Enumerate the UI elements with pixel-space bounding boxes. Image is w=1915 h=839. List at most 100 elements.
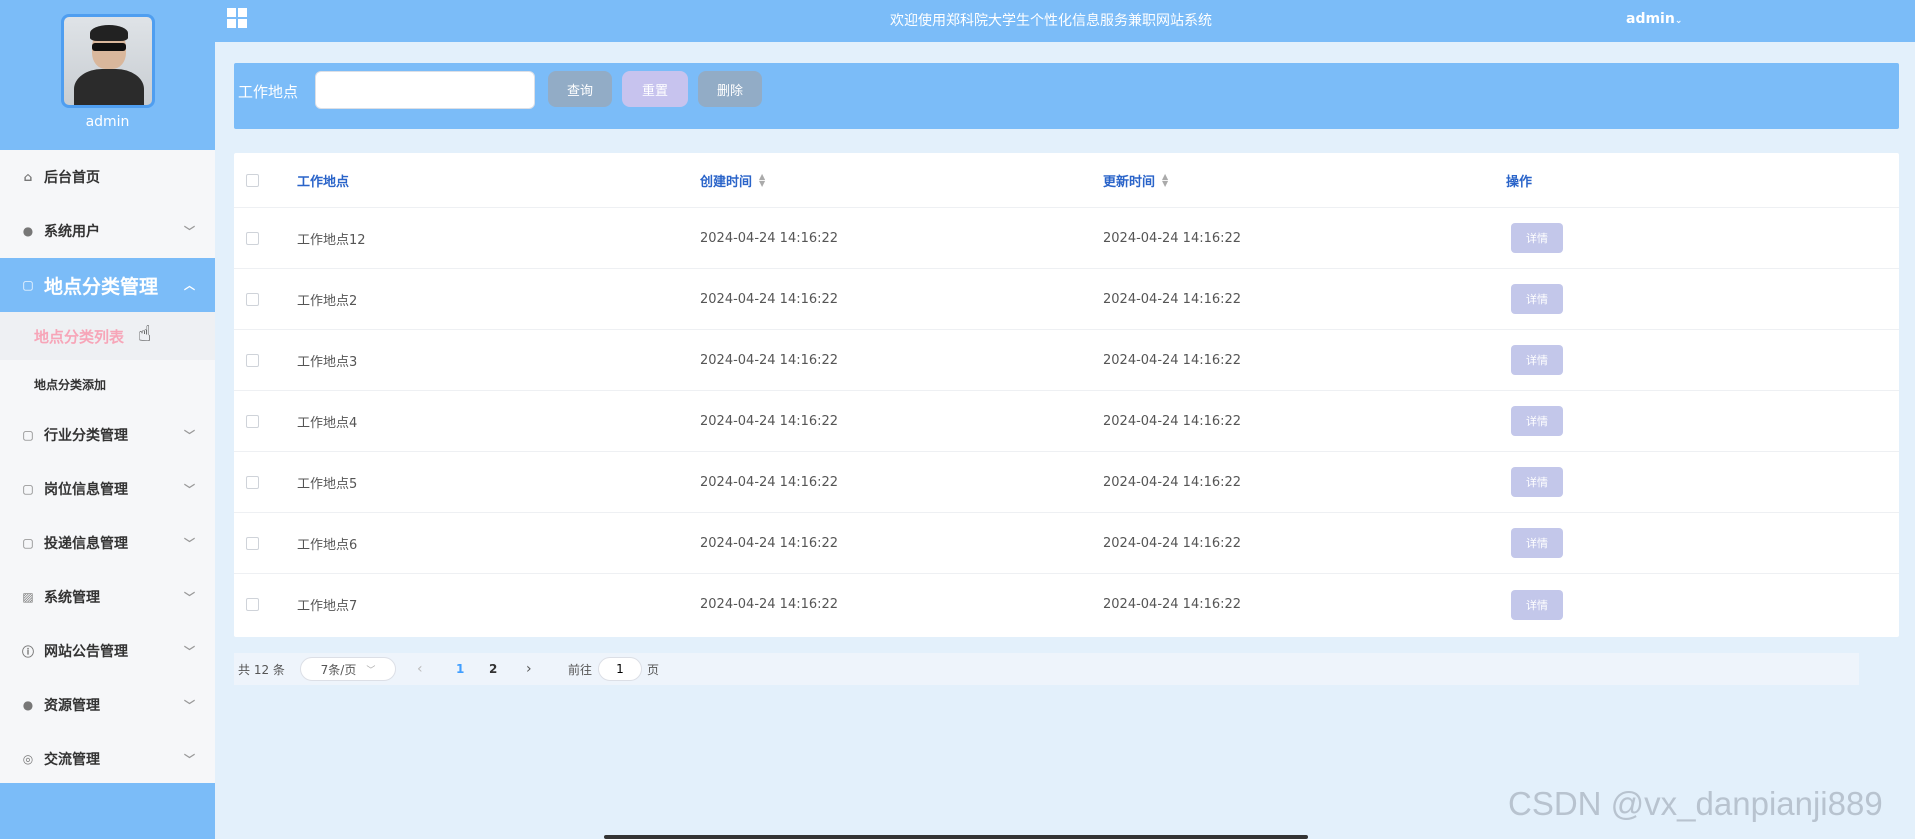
sidebar-item-label: 岗位信息管理 <box>44 482 128 498</box>
pagination: 共 12 条 7条/页 ﹀ ‹ 1 2 › 前往 页 <box>234 653 1859 685</box>
cell-updated: 2024-04-24 14:16:22 <box>1103 230 1242 246</box>
user-dropdown[interactable]: admin⌄ <box>1626 11 1682 27</box>
chevron-down-icon: ﹀ <box>184 537 195 550</box>
table-row: 工作地点12 2024-04-24 14:16:22 2024-04-24 14… <box>234 208 1899 269</box>
sort-icon[interactable]: ▲ ▼ <box>1162 173 1168 188</box>
chevron-down-icon: ⌄ <box>1674 16 1683 26</box>
sidebar-item-communication[interactable]: ◎ 交流管理 ﹀ <box>0 732 215 786</box>
search-input[interactable] <box>315 71 535 109</box>
header-created[interactable]: 创建时间 ▲ ▼ <box>700 153 765 207</box>
topbar: 欢迎使用郑科院大学生个性化信息服务兼职网站系统 admin⌄ <box>215 0 1915 42</box>
page-2-button[interactable]: 2 <box>489 653 497 685</box>
site-title: 欢迎使用郑科院大学生个性化信息服务兼职网站系统 <box>890 13 1212 29</box>
page-size-label: 7条/页 <box>320 662 357 677</box>
sidebar-item-announcements[interactable]: ⓘ 网站公告管理 ﹀ <box>0 624 215 678</box>
cell-updated: 2024-04-24 14:16:22 <box>1103 352 1242 368</box>
detail-button[interactable]: 详情 <box>1511 284 1563 314</box>
row-checkbox[interactable] <box>246 536 259 550</box>
cell-updated: 2024-04-24 14:16:22 <box>1103 597 1242 612</box>
detail-button[interactable]: 详情 <box>1511 467 1563 497</box>
table-header: 工作地点 创建时间 ▲ ▼ 更新时间 ▲ ▼ 操作 <box>234 153 1899 208</box>
sidebar-item-label: 投递信息管理 <box>44 536 128 552</box>
user-icon: ● <box>22 224 34 238</box>
submenu-location-list[interactable]: 地点分类列表 <box>0 312 215 360</box>
avatar[interactable] <box>60 14 155 108</box>
sidebar-item-dashboard[interactable]: ⌂ 后台首页 <box>0 150 215 204</box>
sidebar-item-label: 系统管理 <box>44 590 100 606</box>
query-button[interactable]: 查询 <box>548 71 612 107</box>
header-updated[interactable]: 更新时间 ▲ ▼ <box>1103 153 1168 207</box>
goto-page-input[interactable] <box>598 657 642 681</box>
detail-button[interactable]: 详情 <box>1511 528 1563 558</box>
row-checkbox[interactable] <box>246 475 259 489</box>
sidebar-item-job-info[interactable]: ▢ 岗位信息管理 ﹀ <box>0 462 215 516</box>
next-page-icon[interactable]: › <box>526 653 532 685</box>
chevron-down-icon: ﹀ <box>184 225 195 238</box>
search-label: 工作地点 <box>238 83 299 101</box>
sidebar: admin ⌂ 后台首页 ● 系统用户 ﹀ ▢ 地点分类管理 ︿ 地点分类列表 … <box>0 0 215 839</box>
bottom-scroll-indicator <box>604 835 1308 839</box>
cell-created: 2024-04-24 14:16:22 <box>700 474 839 490</box>
header-created-label: 创建时间 <box>700 174 753 190</box>
cell-updated: 2024-04-24 14:16:22 <box>1103 474 1242 490</box>
cell-name: 工作地点5 <box>297 476 358 492</box>
row-checkbox[interactable] <box>246 231 259 245</box>
page-size-select[interactable]: 7条/页 ﹀ <box>300 657 396 681</box>
delete-button[interactable]: 删除 <box>698 71 762 107</box>
doc-icon: ▢ <box>22 278 34 292</box>
sidebar-item-system-management[interactable]: ▨ 系统管理 ﹀ <box>0 570 215 624</box>
header-updated-label: 更新时间 <box>1103 174 1156 190</box>
detail-button[interactable]: 详情 <box>1511 406 1563 436</box>
submenu-label: 地点分类添加 <box>34 377 107 392</box>
cell-created: 2024-04-24 14:16:22 <box>700 597 839 612</box>
table-row: 工作地点6 2024-04-24 14:16:22 2024-04-24 14:… <box>234 513 1899 574</box>
search-bar: 工作地点 查询 重置 删除 <box>234 63 1899 129</box>
sidebar-item-location-category[interactable]: ▢ 地点分类管理 ︿ <box>0 258 215 312</box>
submenu-location-add[interactable]: 地点分类添加 <box>0 360 215 408</box>
sidebar-item-label: 交流管理 <box>44 752 100 768</box>
pagination-total: 共 12 条 <box>238 662 285 677</box>
chevron-down-icon: ﹀ <box>184 483 195 496</box>
sidebar-item-label: 网站公告管理 <box>44 644 128 660</box>
chat-icon: ◎ <box>22 752 34 766</box>
cell-name: 工作地点6 <box>297 537 358 553</box>
header-name: 工作地点 <box>297 174 350 190</box>
sidebar-item-system-users[interactable]: ● 系统用户 ﹀ <box>0 204 215 258</box>
chevron-down-icon: ﹀ <box>184 699 195 712</box>
user-dropdown-label: admin <box>1626 11 1675 27</box>
cell-name: 工作地点4 <box>297 415 358 431</box>
sidebar-item-resources[interactable]: ● 资源管理 ﹀ <box>0 678 215 732</box>
table-row: 工作地点5 2024-04-24 14:16:22 2024-04-24 14:… <box>234 452 1899 513</box>
image-icon: ▨ <box>22 590 34 604</box>
detail-button[interactable]: 详情 <box>1511 345 1563 375</box>
row-checkbox[interactable] <box>246 598 259 611</box>
doc-icon: ▢ <box>22 482 34 496</box>
avatar-glasses <box>91 43 126 51</box>
row-checkbox[interactable] <box>246 292 259 306</box>
submenu-label: 地点分类列表 <box>34 327 125 346</box>
chevron-down-icon: ﹀ <box>184 429 195 442</box>
page-1-button[interactable]: 1 <box>456 653 464 685</box>
chevron-down-icon: ﹀ <box>184 591 195 604</box>
cell-updated: 2024-04-24 14:16:22 <box>1103 535 1242 551</box>
row-checkbox[interactable] <box>246 414 259 428</box>
sidebar-item-label: 资源管理 <box>44 698 100 714</box>
chevron-down-icon: ﹀ <box>184 645 195 658</box>
sidebar-item-industry-category[interactable]: ▢ 行业分类管理 ﹀ <box>0 408 215 462</box>
cell-created: 2024-04-24 14:16:22 <box>700 291 839 307</box>
select-all-checkbox[interactable] <box>246 173 259 187</box>
row-checkbox[interactable] <box>246 353 259 367</box>
reset-button[interactable]: 重置 <box>622 71 688 107</box>
table-row: 工作地点2 2024-04-24 14:16:22 2024-04-24 14:… <box>234 269 1899 330</box>
table-row: 工作地点7 2024-04-24 14:16:22 2024-04-24 14:… <box>234 574 1899 635</box>
menu-grid-icon[interactable] <box>227 8 247 28</box>
detail-button[interactable]: 详情 <box>1511 223 1563 253</box>
sidebar-item-delivery-info[interactable]: ▢ 投递信息管理 ﹀ <box>0 516 215 570</box>
detail-button[interactable]: 详情 <box>1511 589 1563 620</box>
sort-icon[interactable]: ▲ ▼ <box>759 173 765 188</box>
cell-created: 2024-04-24 14:16:22 <box>700 352 839 368</box>
prev-page-icon[interactable]: ‹ <box>417 653 423 685</box>
location-icon: ● <box>22 698 34 712</box>
cell-name: 工作地点3 <box>297 354 358 370</box>
cell-created: 2024-04-24 14:16:22 <box>700 535 839 551</box>
